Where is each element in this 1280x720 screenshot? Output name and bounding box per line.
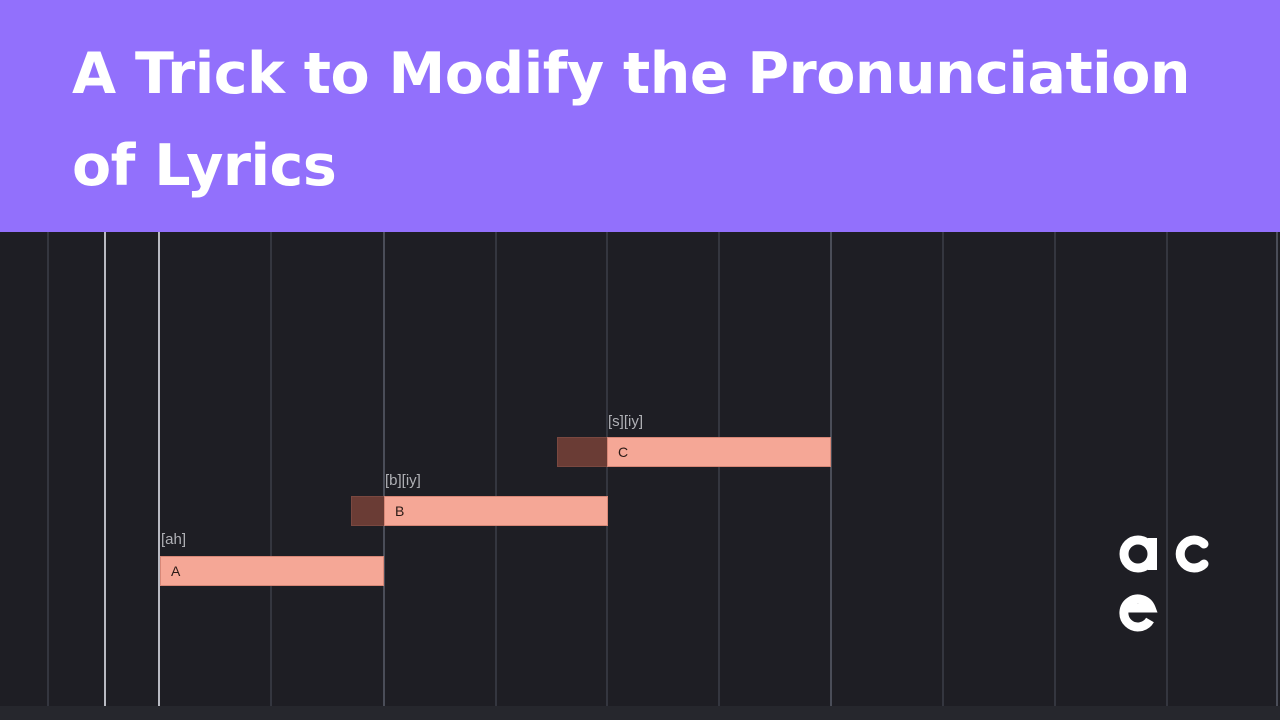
note-b[interactable]: B xyxy=(384,496,608,526)
grid-line xyxy=(1166,232,1168,720)
phoneme-label-b: [b][iy] xyxy=(385,472,421,489)
note-a[interactable]: A xyxy=(160,556,384,586)
grid-line xyxy=(606,232,608,720)
ace-logo-icon xyxy=(1119,535,1209,632)
grid-line xyxy=(718,232,720,720)
grid-line xyxy=(495,232,497,720)
note-c[interactable]: C xyxy=(607,437,831,467)
title-banner: A Trick to Modify the Pronunciation of L… xyxy=(0,0,1280,232)
grid-line-bar xyxy=(830,232,832,720)
phoneme-label-a: [ah] xyxy=(161,531,187,548)
grid-line xyxy=(1054,232,1056,720)
phoneme-label-c: [s][iy] xyxy=(608,413,644,430)
loop-start-marker[interactable] xyxy=(104,232,106,720)
grid-line xyxy=(270,232,272,720)
note-b-consonant[interactable] xyxy=(351,496,385,526)
piano-roll-editor[interactable]: [ah] A [b][iy] B [s][iy] C xyxy=(0,232,1280,720)
page-title: A Trick to Modify the Pronunciation of L… xyxy=(72,41,1190,199)
playhead[interactable] xyxy=(158,232,160,720)
grid-line xyxy=(942,232,944,720)
grid-line xyxy=(47,232,49,720)
horizontal-scrollbar[interactable] xyxy=(0,706,1280,720)
grid-line-bar xyxy=(1276,232,1278,720)
note-c-consonant[interactable] xyxy=(557,437,608,467)
